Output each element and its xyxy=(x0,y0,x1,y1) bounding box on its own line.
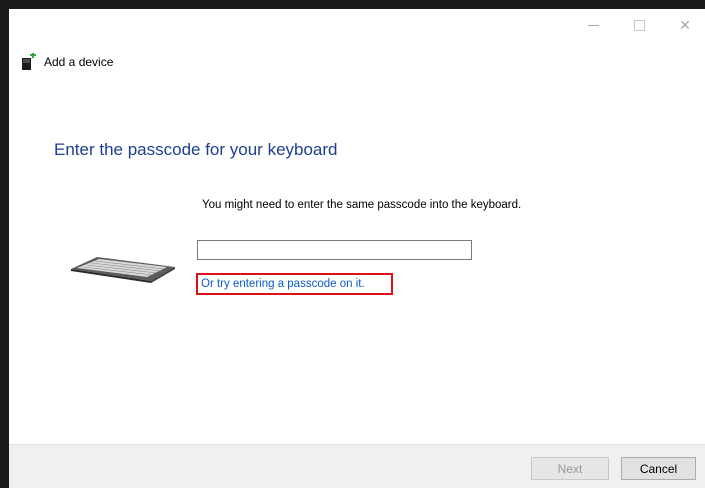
close-button[interactable]: ✕ xyxy=(662,9,705,41)
header: Add a device xyxy=(21,52,114,71)
maximize-button[interactable] xyxy=(616,9,662,41)
keyboard-icon xyxy=(67,249,177,288)
cancel-button[interactable]: Cancel xyxy=(621,457,696,480)
add-device-window: ✕ Add a device Enter the passcode for yo… xyxy=(9,9,705,488)
close-icon: ✕ xyxy=(679,16,691,33)
instructions-text: You might need to enter the same passcod… xyxy=(202,199,522,211)
header-title: Add a device xyxy=(44,55,114,69)
passcode-input[interactable] xyxy=(197,240,472,260)
device-icon xyxy=(21,52,37,71)
title-bar: ✕ xyxy=(9,9,705,43)
footer: Next Cancel xyxy=(9,444,705,488)
page-title: Enter the passcode for your keyboard xyxy=(54,140,338,160)
maximize-icon xyxy=(633,19,645,31)
minimize-button[interactable] xyxy=(570,9,616,41)
alt-passcode-link[interactable]: Or try entering a passcode on it. xyxy=(201,278,365,290)
minimize-icon xyxy=(587,24,599,26)
alt-link-highlight: Or try entering a passcode on it. xyxy=(196,273,393,295)
next-button[interactable]: Next xyxy=(531,457,609,480)
